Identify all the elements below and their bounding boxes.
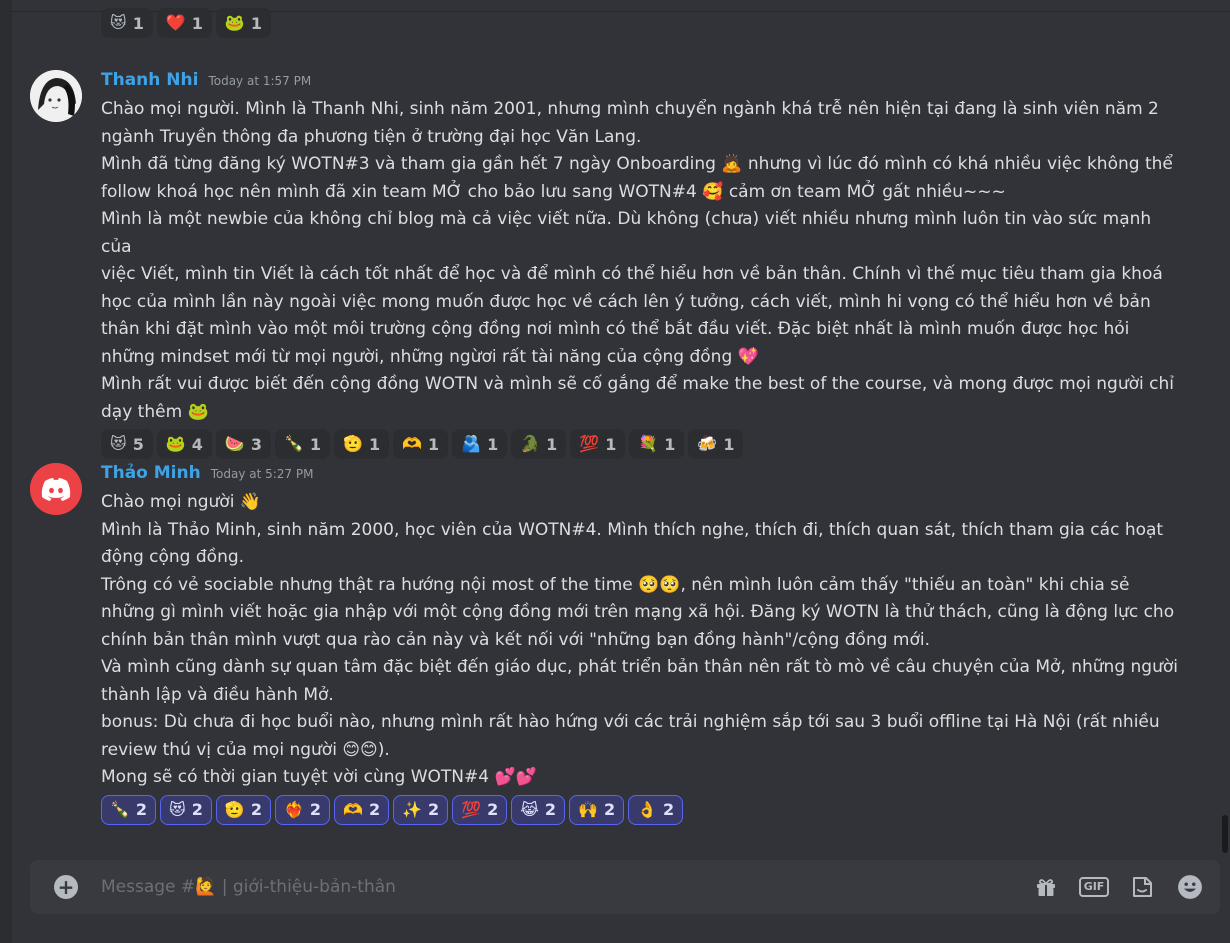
message-line: Trông có vẻ sociable nhưng thật ra hướng… [101,574,1130,595]
hundred-icon: 💯 [461,799,482,819]
raised-hands-icon: 🙌 [578,799,598,819]
scrollbar-thumb[interactable] [1222,815,1228,853]
message-header: Thảo Minh Today at 5:27 PM [101,463,1186,489]
heart-eyes-cat-icon: 😻 [110,13,127,32]
reaction-custom-cat[interactable]: 😹 2 [511,794,566,825]
message-thao-minh: Thảo Minh Today at 5:27 PM Chào mọi ngườ… [30,463,1190,833]
message-line: Chào mọi người. Mình là Thanh Nhi, sinh … [101,99,1159,119]
message-header: Thanh Nhi Today at 1:57 PM [101,70,1186,96]
watermelon-icon: 🍉 [224,434,245,453]
salute-face-icon: 🫡 [224,799,245,819]
reaction-watermelon[interactable]: 🍉 3 [215,429,271,459]
crocodile-icon: 🐊 [520,434,541,453]
reaction-bottle[interactable]: 🍾 2 [101,794,157,825]
message-line: follow khoá học nên mình đã xin team MỞ … [101,181,1006,202]
discord-logo-icon [30,463,82,515]
gif-icon[interactable]: GIF [1078,873,1110,901]
message-content: Chào mọi người. Mình là Thanh Nhi, sinh … [101,96,1186,426]
message-line: thành lập và điều hành Mở. [101,684,334,705]
avatar[interactable] [30,463,82,515]
message-line: việc Viết, mình tin Viết là cách tốt nhấ… [101,264,1163,284]
heart-on-fire-icon: ❤️‍🔥 [283,799,304,819]
message-thanh-nhi: Thanh Nhi Today at 1:57 PM Chào mọi ngườ… [30,70,1190,459]
heart-eyes-cat-icon: 😻 [110,434,127,453]
avatar[interactable] [30,70,82,122]
heart-hands-icon: 🫶 [343,799,363,819]
reaction-hundred[interactable]: 💯 1 [570,429,626,459]
reaction-frog[interactable]: 🐸 4 [156,429,212,459]
bouquet-icon: 💐 [638,434,659,453]
message-line: Mình là Thảo Minh, sinh năm 2000, học vi… [101,519,1164,540]
message-line: bonus: Dù chưa đi học buổi nào, nhưng mì… [101,712,1160,732]
sparkles-icon: ✨ [402,799,422,819]
message-body: Thảo Minh Today at 5:27 PM Chào mọi ngườ… [101,463,1186,825]
message-line: Và mình cũng dành sự quan tâm đặc biệt đ… [101,657,1178,677]
author-name[interactable]: Thảo Minh [101,463,201,483]
bottle-icon: 🍾 [110,799,130,819]
ok-hand-icon: 👌 [637,799,658,819]
reaction-sparkles[interactable]: ✨ 2 [393,794,449,825]
previous-message-reactions: 😻 1 ❤️ 1 🐸 1 [101,8,271,38]
message-composer: + GIF [30,860,1220,914]
message-line: review thú vị của mọi người 😊😊). [101,739,390,760]
reaction-crocodile[interactable]: 🐊 1 [511,429,567,459]
message-line: chính bản thân mình vượt qua rào cản này… [101,629,931,650]
beers-icon: 🍻 [697,434,718,453]
reaction-heart-hands[interactable]: 🫶 1 [393,429,449,459]
message-reactions: 😻 5 🐸 4 🍉 3 🍾 1 🫡 1 🫶 1 🫂 1 🐊 1 💯 1 💐 1 🍻 1 [101,429,1186,459]
reaction-heart-eyes-cat[interactable]: 😻 5 [101,429,153,459]
message-input[interactable] [101,874,1001,900]
message-line: ngành Truyền thông đa phương tiện ở trườ… [101,126,642,147]
emoji-picker-icon[interactable] [1176,873,1204,901]
author-name[interactable]: Thanh Nhi [101,70,198,90]
message-line: Mình rất vui được biết đến cộng đồng WOT… [101,374,1174,394]
reaction-heart-eyes-cat[interactable]: 😻 2 [160,794,212,825]
reaction-frog[interactable]: 🐸 1 [215,8,271,38]
frog-icon: 🐸 [165,434,186,453]
message-line: học của mình lần này ngoài việc mong muố… [101,291,1151,312]
heart-hands-icon: 🫶 [402,434,422,453]
message-line: những mindset mới từ mọi người, những ng… [101,346,759,367]
hug-icon: 🫂 [461,434,482,453]
upload-plus-icon[interactable]: + [54,875,78,899]
reaction-beers[interactable]: 🍻 1 [688,429,744,459]
frog-icon: 🐸 [224,13,245,32]
hundred-icon: 💯 [579,434,600,453]
message-line: Chào mọi người 👋 [101,492,261,512]
message-reactions: 🍾 2 😻 2 🫡 2 ❤️‍🔥 2 🫶 2 ✨ 2 💯 2 😹 2 🙌 2 👌 2 [101,794,1186,825]
channel-sidebar-edge [0,0,12,943]
message-line: thân khi đặt mình vào một môi trường cộn… [101,319,1130,339]
reaction-heart-on-fire[interactable]: ❤️‍🔥 2 [274,794,331,825]
message-timestamp: Today at 1:57 PM [208,74,312,88]
message-line: Mình là một newbie của không chỉ blog mà… [101,209,1152,257]
reaction-ok-hand[interactable]: 👌 2 [628,794,684,825]
message-line: những gì mình viết hoặc gia nhập với một… [101,602,1175,622]
message-body: Thanh Nhi Today at 1:57 PM Chào mọi ngườ… [101,70,1186,459]
sticker-icon[interactable] [1128,873,1156,901]
heart-eyes-cat-icon: 😻 [169,799,186,819]
bottle-icon: 🍾 [283,434,304,453]
reaction-salute[interactable]: 🫡 1 [334,429,390,459]
reaction-bouquet[interactable]: 💐 1 [629,429,685,459]
reaction-heart-hands[interactable]: 🫶 2 [334,794,390,825]
message-timestamp: Today at 5:27 PM [210,467,314,481]
message-line: dạy thêm 🐸 [101,401,209,422]
salute-face-icon: 🫡 [343,434,363,453]
anime-avatar-icon [30,70,82,122]
reaction-salute[interactable]: 🫡 2 [215,794,271,825]
reaction-heart[interactable]: ❤️ 1 [156,8,212,38]
gift-icon[interactable] [1032,873,1060,901]
reaction-raised-hands[interactable]: 🙌 2 [569,794,625,825]
heart-icon: ❤️ [165,13,186,32]
message-line: động cộng đồng. [101,547,245,567]
message-content: Chào mọi người 👋 Mình là Thảo Minh, sinh… [101,489,1186,792]
message-line: Mong sẽ có thời gian tuyệt vời cùng WOTN… [101,767,537,787]
reaction-bottle[interactable]: 🍾 1 [274,429,331,459]
reaction-hundred[interactable]: 💯 2 [452,794,508,825]
custom-cat-icon: 😹 [520,799,539,819]
reaction-hug[interactable]: 🫂 1 [452,429,508,459]
message-line: Mình đã từng đăng ký WOTN#3 và tham gia … [101,154,1173,174]
reaction-heart-eyes-cat[interactable]: 😻 1 [101,8,153,38]
